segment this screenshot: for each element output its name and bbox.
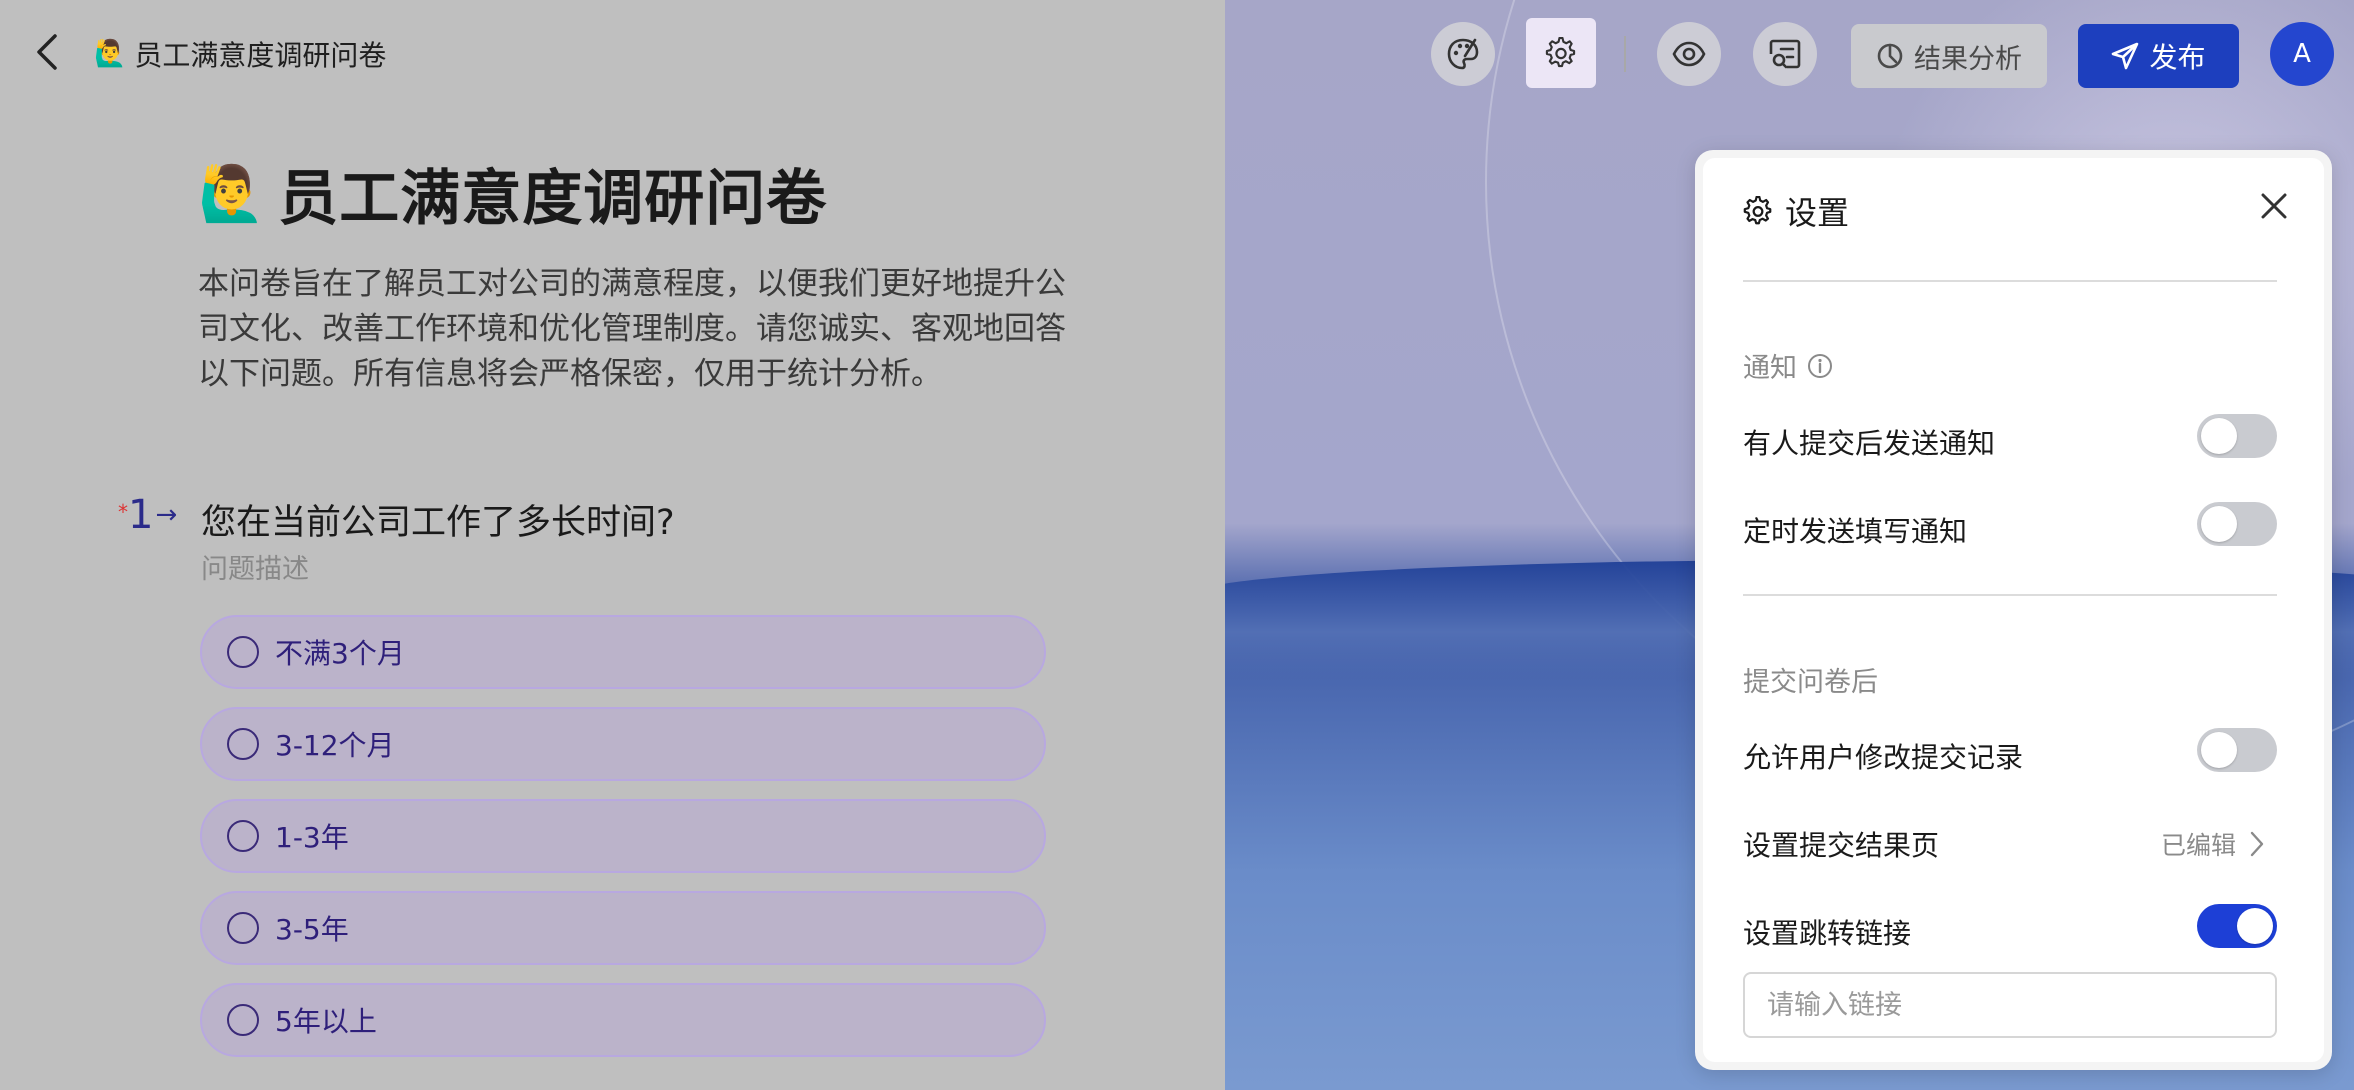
divider <box>1743 280 2277 282</box>
close-button[interactable] <box>2254 186 2294 226</box>
survey-title: 🙋‍♂️ 员工满意度调研问卷 <box>198 150 827 237</box>
notification-section-label: 通知 <box>1743 346 1833 385</box>
result-page-status: 已编辑 <box>2161 831 2237 860</box>
gear-icon <box>1743 196 1772 225</box>
result-analysis-button[interactable]: 结果分析 <box>1851 24 2047 88</box>
redirect-link-toggle[interactable] <box>2197 904 2277 948</box>
radio-icon <box>227 636 259 668</box>
option-item[interactable]: 3-5年 <box>200 891 1046 965</box>
form-card-button[interactable] <box>1753 22 1817 86</box>
option-item[interactable]: 不满3个月 <box>200 615 1046 689</box>
form-card-icon <box>1769 39 1801 69</box>
option-label: 3-12个月 <box>275 729 395 762</box>
theme-button[interactable] <box>1431 22 1495 86</box>
avatar[interactable]: A <box>2270 22 2334 86</box>
info-icon[interactable] <box>1807 353 1833 379</box>
redirect-link-input[interactable] <box>1743 972 2277 1038</box>
question-index: 1 <box>128 492 154 538</box>
scheduled-notify-label: 定时发送填写通知 <box>1743 515 1968 548</box>
clock-icon <box>1877 43 1903 69</box>
question-description[interactable]: 问题描述 <box>201 547 309 586</box>
raising-hand-icon: 🙋‍♂️ <box>94 39 127 69</box>
question-title[interactable]: 您在当前公司工作了多长时间? <box>201 494 675 545</box>
doc-title: 🙋‍♂️ 员工满意度调研问卷 <box>94 34 386 74</box>
settings-button[interactable] <box>1526 18 1596 88</box>
toolbar-divider <box>1624 36 1626 72</box>
chevron-left-icon <box>37 34 57 70</box>
settings-header: 设置 <box>1743 188 1849 234</box>
palette-icon <box>1447 38 1479 70</box>
divider <box>1743 594 2277 596</box>
settings-title: 设置 <box>1785 194 1850 232</box>
doc-title-text: 员工满意度调研问卷 <box>134 39 387 72</box>
radio-icon <box>227 820 259 852</box>
submit-notify-label: 有人提交后发送通知 <box>1743 427 1996 460</box>
notification-label: 通知 <box>1743 353 1797 384</box>
option-label: 1-3年 <box>275 821 349 854</box>
publish-button[interactable]: 发布 <box>2078 24 2239 88</box>
preview-button[interactable] <box>1657 22 1721 86</box>
raising-hand-icon: 🙋‍♂️ <box>198 161 267 225</box>
back-button[interactable] <box>30 32 64 72</box>
chevron-right-icon <box>2250 831 2264 857</box>
arrow-right-icon: → <box>155 500 178 530</box>
question-number: * 1 → <box>118 492 177 538</box>
result-page-label: 设置提交结果页 <box>1743 829 1940 862</box>
send-icon <box>2112 42 2139 70</box>
survey-title-text: 员工满意度调研问卷 <box>278 164 828 234</box>
redirect-link-label: 设置跳转链接 <box>1743 917 1912 950</box>
settings-panel: 设置 通知 有人提交后发送通知 定时发送填写通知 提交问卷后 允许用户修改提交记… <box>1695 150 2332 1070</box>
scheduled-notify-toggle[interactable] <box>2197 502 2277 546</box>
gear-icon <box>1545 37 1576 68</box>
option-item[interactable]: 1-3年 <box>200 799 1046 873</box>
allow-modify-label: 允许用户修改提交记录 <box>1743 741 2024 774</box>
after-submit-section-label: 提交问卷后 <box>1743 667 1878 698</box>
publish-label: 发布 <box>2149 41 2206 74</box>
allow-modify-toggle[interactable] <box>2197 728 2277 772</box>
option-item[interactable]: 5年以上 <box>200 983 1046 1057</box>
eye-icon <box>1672 41 1706 67</box>
submit-notify-toggle[interactable] <box>2197 414 2277 458</box>
radio-icon <box>227 912 259 944</box>
result-analysis-label: 结果分析 <box>1914 43 2022 75</box>
required-mark: * <box>118 500 128 524</box>
result-page-edit-link[interactable]: 已编辑 <box>2161 826 2264 862</box>
option-label: 3-5年 <box>275 913 349 946</box>
radio-icon <box>227 728 259 760</box>
option-label: 5年以上 <box>275 1005 377 1038</box>
survey-intro: 本问卷旨在了解员工对公司的满意程度，以便我们更好地提升公司文化、改善工作环境和优… <box>198 266 1066 392</box>
close-icon <box>2261 193 2287 219</box>
option-item[interactable]: 3-12个月 <box>200 707 1046 781</box>
option-label: 不满3个月 <box>275 637 405 670</box>
radio-icon <box>227 1004 259 1036</box>
